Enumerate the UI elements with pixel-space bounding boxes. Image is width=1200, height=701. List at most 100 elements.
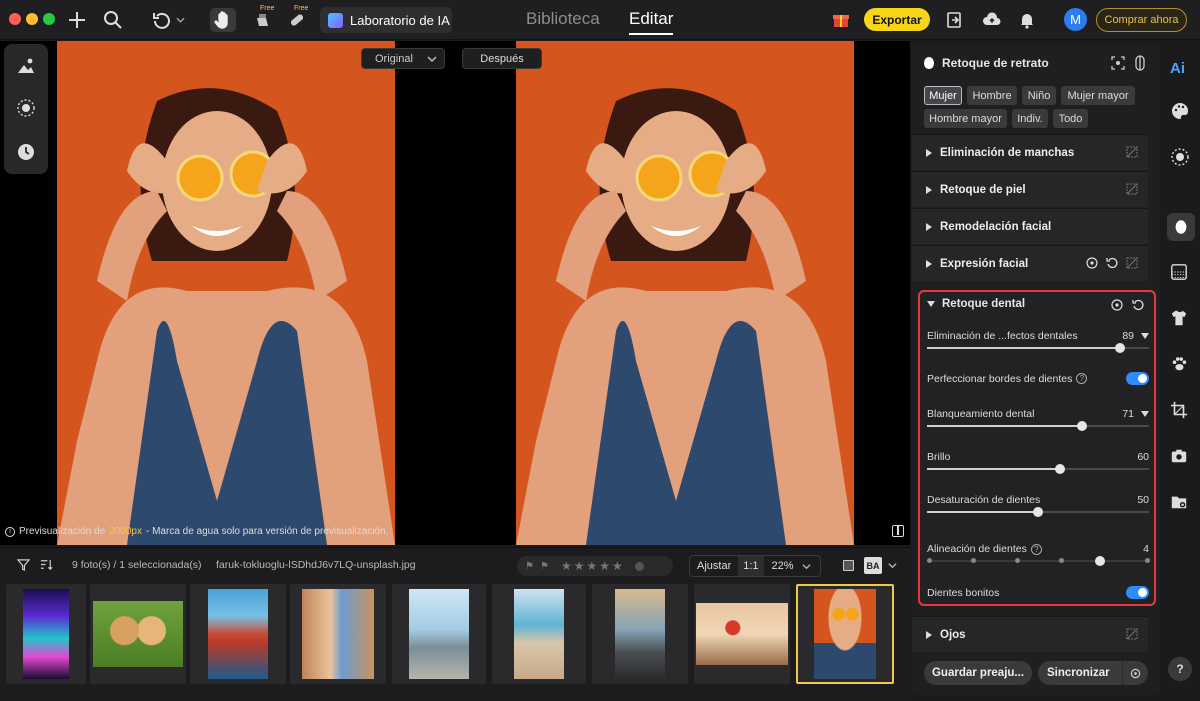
- defect-removal-value: 89: [1122, 330, 1134, 342]
- zoom-value[interactable]: 22%: [764, 560, 802, 572]
- camera-icon[interactable]: [1170, 447, 1192, 469]
- thumbnail-city-tower[interactable]: [392, 584, 486, 684]
- save-preset-button[interactable]: Guardar preaju...: [924, 661, 1032, 685]
- gradient-filter-icon[interactable]: [1170, 263, 1192, 285]
- dropdown-triangle-icon[interactable]: [1141, 411, 1149, 417]
- photo-preview: [0, 41, 910, 545]
- brightness-slider[interactable]: [927, 464, 1149, 474]
- rating-stars[interactable]: ★★★★★: [561, 559, 625, 573]
- filter-icon[interactable]: [16, 558, 31, 574]
- portrait-face-icon[interactable]: [1167, 213, 1195, 241]
- sync-button[interactable]: Sincronizar: [1038, 661, 1148, 685]
- minimize-window-button[interactable]: [26, 13, 38, 25]
- chevron-down-icon[interactable]: [802, 562, 811, 571]
- split-view-icon[interactable]: [892, 525, 904, 537]
- chip-older-woman[interactable]: Mujer mayor: [1061, 86, 1135, 105]
- section-blemish-removal[interactable]: Eliminación de manchas: [912, 134, 1148, 170]
- clothing-icon[interactable]: [1170, 309, 1192, 331]
- tab-library[interactable]: Biblioteca: [526, 9, 600, 29]
- chevron-down-icon[interactable]: [888, 561, 897, 570]
- texture-icon[interactable]: [1170, 147, 1192, 169]
- zoom-window-button[interactable]: [43, 13, 55, 25]
- buy-now-button[interactable]: Comprar ahora: [1096, 8, 1187, 32]
- thumbnail-seaside-rocks[interactable]: [592, 584, 688, 684]
- help-icon[interactable]: ?: [1076, 373, 1088, 384]
- sort-icon[interactable]: [40, 558, 53, 574]
- flag-icon[interactable]: ⚑: [525, 561, 534, 572]
- rating-bar: ⚑ ⚑ ★★★★★: [517, 556, 673, 576]
- before-after-view-button[interactable]: BA: [864, 557, 882, 574]
- desaturation-slider[interactable]: [927, 507, 1149, 517]
- portrait-adjust-icon[interactable]: [16, 56, 36, 76]
- user-avatar[interactable]: M: [1064, 8, 1087, 31]
- sync-settings-icon[interactable]: [1122, 661, 1148, 685]
- thumbnail-beach-crowd[interactable]: [492, 584, 586, 684]
- reset-icon[interactable]: [1132, 299, 1144, 311]
- close-window-button[interactable]: [9, 13, 21, 25]
- folder-settings-icon[interactable]: [1170, 493, 1192, 515]
- dental-header[interactable]: Retoque dental: [927, 298, 1025, 310]
- fit-button[interactable]: Ajustar: [690, 560, 738, 572]
- palette-icon[interactable]: [1170, 101, 1192, 123]
- ratio-button[interactable]: 1:1: [738, 556, 764, 576]
- chip-older-man[interactable]: Hombre mayor: [924, 109, 1007, 128]
- chip-man[interactable]: Hombre: [967, 86, 1017, 105]
- hand-tool-icon[interactable]: [210, 8, 236, 32]
- visibility-icon[interactable]: [1086, 257, 1098, 269]
- compare-mode-label: Original: [375, 52, 413, 65]
- texture-icon[interactable]: [16, 98, 36, 118]
- chip-woman[interactable]: Mujer: [924, 86, 962, 105]
- pet-paw-icon[interactable]: [1170, 355, 1192, 377]
- chip-all[interactable]: Todo: [1053, 109, 1088, 128]
- bandage-icon[interactable]: Free: [286, 5, 308, 32]
- compare-toggle-icon[interactable]: [1134, 55, 1146, 74]
- compare-mode-select[interactable]: Original: [361, 48, 445, 69]
- edge-perfect-toggle[interactable]: [1126, 372, 1149, 385]
- crop-icon[interactable]: [1170, 401, 1192, 423]
- thumbnail-hot-air-balloon[interactable]: [694, 584, 790, 684]
- color-label-icon[interactable]: [634, 561, 644, 571]
- help-button[interactable]: ?: [1168, 657, 1192, 681]
- defect-removal-slider[interactable]: [927, 343, 1149, 353]
- alignment-step-slider[interactable]: [927, 556, 1150, 566]
- thumbnail-harbor-city[interactable]: [190, 584, 286, 684]
- notification-bell-icon[interactable]: [1017, 8, 1037, 32]
- thumbnail-puppies[interactable]: [90, 584, 186, 684]
- export-button[interactable]: Exportar: [864, 8, 930, 31]
- panel-header: Retoque de retrato: [924, 56, 1049, 70]
- whitening-slider[interactable]: [927, 421, 1149, 431]
- add-icon[interactable]: [66, 8, 88, 32]
- gift-icon[interactable]: [830, 8, 852, 32]
- single-view-icon[interactable]: [843, 560, 854, 571]
- pretty-teeth-toggle[interactable]: [1126, 586, 1149, 599]
- section-face-reshape[interactable]: Remodelación facial: [912, 208, 1148, 244]
- face-detect-icon[interactable]: [1111, 56, 1125, 73]
- reject-flag-icon[interactable]: ⚑: [540, 561, 549, 572]
- photo-count: 9 foto(s) / 1 seleccionada(s): [72, 559, 202, 571]
- thumbnail-neon-stairs[interactable]: [6, 584, 86, 684]
- section-skin-retouch[interactable]: Retoque de piel: [912, 171, 1148, 207]
- tab-edit[interactable]: Editar: [629, 9, 674, 35]
- export-panel-icon[interactable]: [944, 8, 964, 32]
- section-dental-label: Retoque dental: [942, 298, 1026, 310]
- search-icon[interactable]: [102, 8, 124, 32]
- expand-arrow-icon: [926, 185, 932, 194]
- thumbnail-woman-oranges[interactable]: [796, 584, 894, 684]
- ai-lab-button[interactable]: Laboratorio de IA: [320, 7, 452, 33]
- disabled-eraser-icon: [1126, 257, 1138, 269]
- dropdown-triangle-icon[interactable]: [1141, 333, 1149, 339]
- section-facial-expression[interactable]: Expresión facial: [912, 245, 1148, 281]
- after-photo: [516, 41, 854, 545]
- ai-icon[interactable]: Ai: [1170, 57, 1192, 79]
- undo-history-icon[interactable]: [148, 8, 188, 32]
- help-icon[interactable]: ?: [1030, 543, 1042, 555]
- visibility-icon[interactable]: [1111, 299, 1123, 311]
- chip-child[interactable]: Niño: [1022, 86, 1056, 105]
- cloud-upload-icon[interactable]: [981, 8, 1003, 32]
- reset-icon[interactable]: [1106, 257, 1118, 269]
- section-eyes[interactable]: Ojos: [912, 616, 1148, 652]
- ai-eraser-icon[interactable]: Free: [252, 5, 274, 32]
- history-clock-icon[interactable]: [16, 142, 36, 162]
- thumbnail-street-buildings[interactable]: [290, 584, 386, 684]
- chip-individual[interactable]: Indiv.: [1012, 109, 1048, 128]
